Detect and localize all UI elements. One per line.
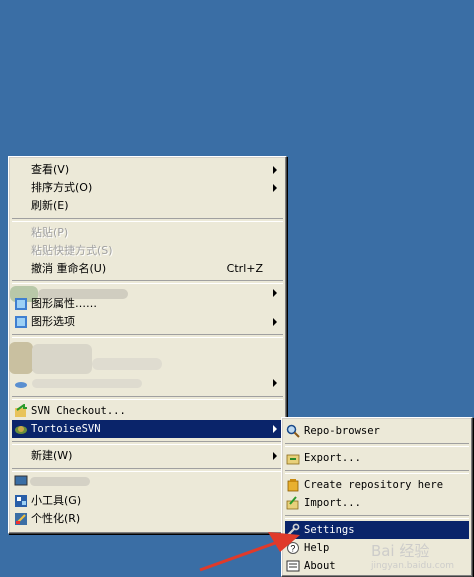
menu-item-repo-browser[interactable]: Repo-browser xyxy=(285,422,469,440)
svg-text:?: ? xyxy=(290,544,295,554)
menu-item-blurred[interactable] xyxy=(12,472,283,490)
menu-separator xyxy=(285,443,469,447)
menu-item-gadgets[interactable]: 小工具(G) xyxy=(12,492,283,510)
gadgets-icon xyxy=(15,495,27,507)
menu-item-label: 小工具(G) xyxy=(31,494,82,507)
menu-item-personalize[interactable]: 个性化(R) xyxy=(12,510,283,528)
menu-item-label: SVN Checkout... xyxy=(31,405,126,417)
baidu-watermark: Bai 经验 jingyan.baidu.com xyxy=(371,540,454,571)
menu-item-label: Repo-browser xyxy=(304,425,380,437)
menu-item-label: 图形属性…… xyxy=(31,297,97,310)
blurred-label xyxy=(30,477,90,486)
watermark-brand: Bai 经验 xyxy=(370,542,430,560)
menu-item-export[interactable]: Export... xyxy=(285,449,469,467)
menu-item-paste-shortcut[interactable]: 粘贴快捷方式(S) xyxy=(12,242,283,260)
menu-item-sort[interactable]: 排序方式(O) xyxy=(12,179,283,197)
blurred-label xyxy=(32,379,142,388)
network-icon xyxy=(15,382,27,388)
help-icon: ? xyxy=(287,542,299,554)
submenu-arrow-icon xyxy=(273,318,277,326)
screen-icon xyxy=(14,475,28,486)
menu-item-paste[interactable]: 粘贴(P) xyxy=(12,224,283,242)
personalize-icon xyxy=(15,513,27,525)
menu-item-label: Help xyxy=(304,542,330,554)
menu-item-label: Import... xyxy=(304,497,361,509)
menu-item-label: 刷新(E) xyxy=(31,199,69,212)
about-icon xyxy=(286,560,300,572)
desktop-context-menu: 查看(V) 排序方式(O) 刷新(E) 粘贴(P) 粘贴快捷方式(S) 撤消 重… xyxy=(8,156,287,534)
menu-item-label: 粘贴快捷方式(S) xyxy=(31,244,113,257)
menu-item-label: 撤消 重命名(U) xyxy=(31,262,107,275)
menu-item-label: About xyxy=(304,560,336,572)
blurred-label xyxy=(32,344,92,374)
watermark-url: jingyan.baidu.com xyxy=(370,561,454,571)
menu-separator xyxy=(12,441,283,445)
blurred-icon xyxy=(9,342,33,374)
menu-item-new[interactable]: 新建(W) xyxy=(12,447,283,465)
submenu-arrow-icon xyxy=(273,379,277,387)
menu-item-import[interactable]: Import... xyxy=(285,494,469,512)
submenu-arrow-icon xyxy=(273,452,277,460)
blurred-label xyxy=(92,358,162,370)
menu-item-view[interactable]: 查看(V) xyxy=(12,161,283,179)
submenu-arrow-icon xyxy=(273,166,277,174)
menu-item-settings[interactable]: Settings xyxy=(285,521,469,539)
menu-item-label: 图形选项 xyxy=(31,315,75,328)
menu-item-undo-rename[interactable]: 撤消 重命名(U) Ctrl+Z xyxy=(12,260,283,278)
import-icon xyxy=(286,496,299,510)
menu-item-refresh[interactable]: 刷新(E) xyxy=(12,197,283,215)
menu-separator xyxy=(285,515,469,519)
menu-item-label: 排序方式(O) xyxy=(31,181,93,194)
menu-item-label: Create repository here xyxy=(304,479,444,491)
menu-item-label: 个性化(R) xyxy=(31,512,81,525)
graphics-icon xyxy=(15,298,27,310)
menu-separator xyxy=(12,334,283,338)
wrench-icon xyxy=(287,523,300,536)
menu-item-label: 新建(W) xyxy=(31,449,73,462)
menu-item-create-repository[interactable]: Create repository here xyxy=(285,476,469,494)
magnifier-icon xyxy=(286,424,300,438)
menu-item-label: Settings xyxy=(304,524,355,536)
create-repository-icon xyxy=(287,479,299,492)
menu-item-svn-checkout[interactable]: SVN Checkout... xyxy=(12,402,283,420)
menu-item-graphics-properties[interactable]: 图形属性…… xyxy=(12,295,283,313)
export-icon xyxy=(286,454,300,465)
tortoise-icon xyxy=(15,426,27,434)
desktop[interactable]: { "main_menu": { "view": "查看(V)", "sort"… xyxy=(0,0,474,577)
menu-item-label: 查看(V) xyxy=(31,163,70,176)
svn-checkout-icon xyxy=(15,404,27,417)
menu-item-label: 粘贴(P) xyxy=(31,226,69,239)
submenu-arrow-icon xyxy=(273,184,277,192)
menu-item-label: TortoiseSVN xyxy=(31,423,101,435)
menu-separator xyxy=(12,218,283,222)
menu-separator xyxy=(12,396,283,400)
menu-item-shortcut: Ctrl+Z xyxy=(226,262,263,275)
submenu-arrow-icon xyxy=(273,425,277,433)
menu-item-blurred[interactable] xyxy=(12,374,283,392)
menu-item-graphics-options[interactable]: 图形选项 xyxy=(12,313,283,331)
menu-item-tortoisesvn[interactable]: TortoiseSVN xyxy=(12,420,283,438)
menu-item-label: Export... xyxy=(304,452,361,464)
graphics-icon xyxy=(15,316,27,328)
menu-separator xyxy=(285,470,469,474)
